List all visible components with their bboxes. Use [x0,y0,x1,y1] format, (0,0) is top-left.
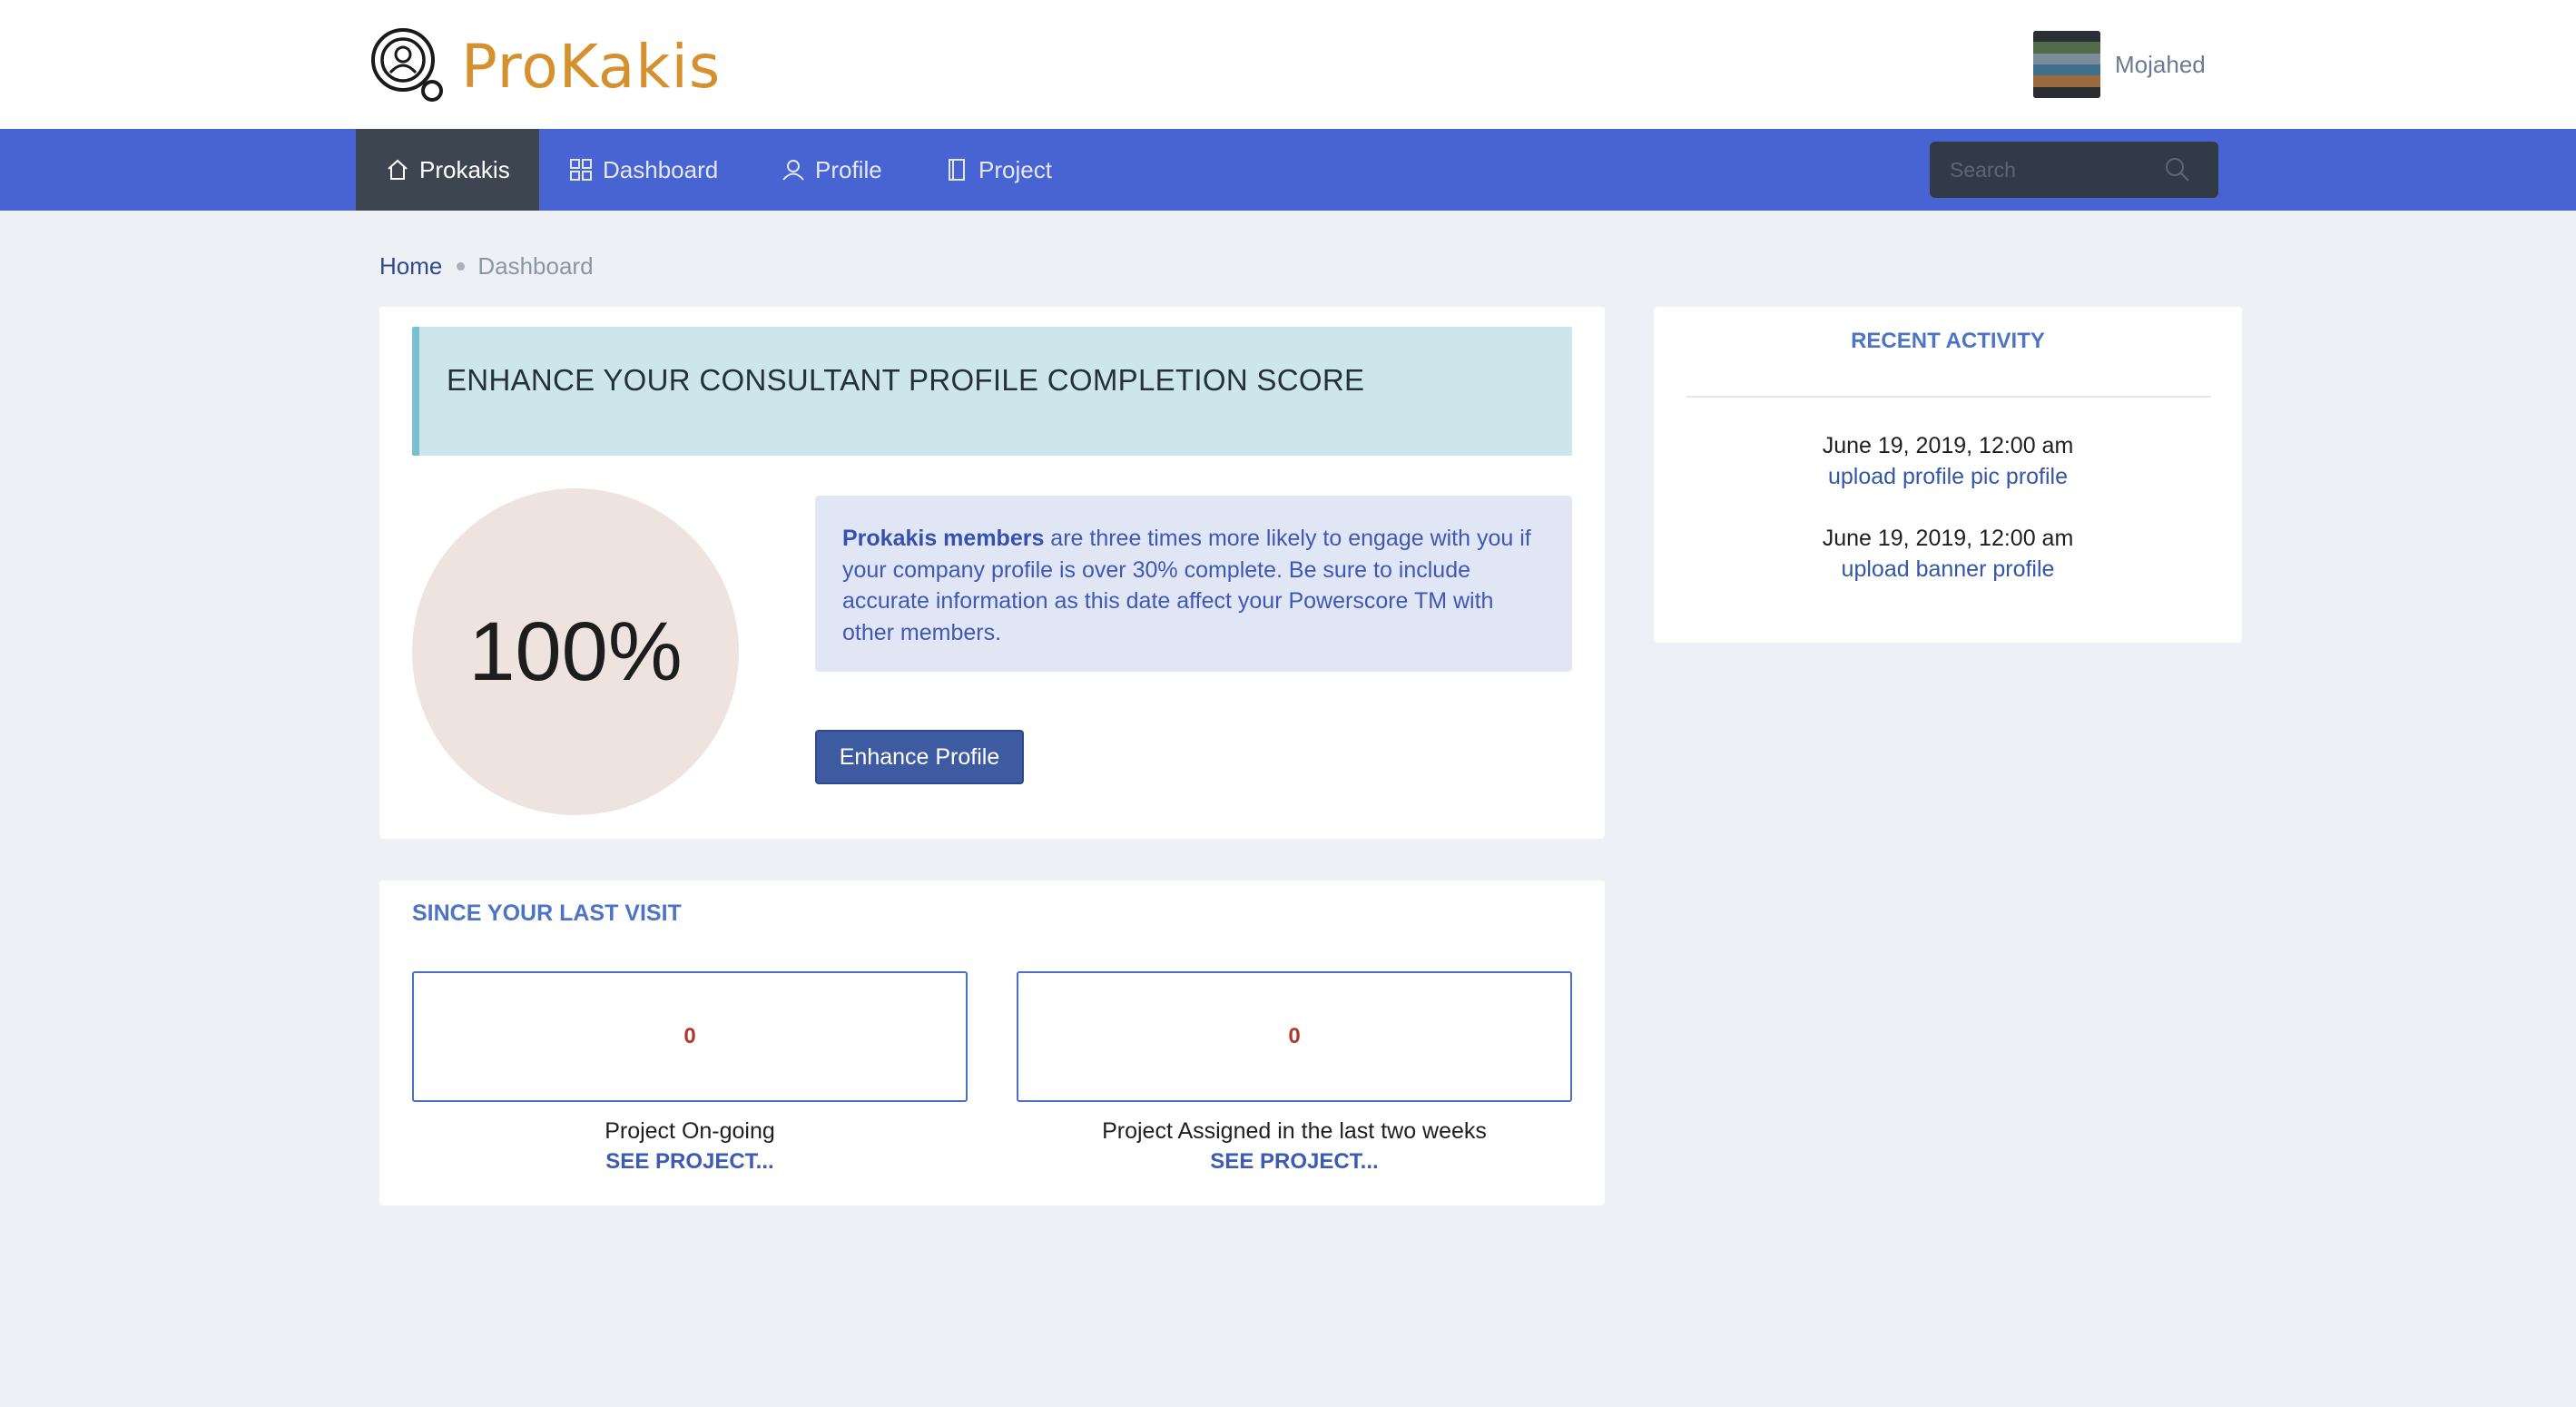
grid-icon [570,159,592,181]
info-highlight: Prokakis members [842,526,1045,551]
recent-activity-card: RECENT ACTIVITY June 19, 2019, 12:00 am … [1654,307,2242,643]
nav-item-label: Dashboard [603,155,719,183]
stat-value: 0 [1288,1024,1301,1048]
nav-item-dashboard[interactable]: Dashboard [568,129,718,211]
activity-description[interactable]: upload profile pic profile [1654,461,2242,492]
nav-item-label: Profile [815,155,882,183]
activity-item: June 19, 2019, 12:00 am upload profile p… [1654,430,2242,492]
brand-logo[interactable]: ProKakis [369,25,721,107]
search-icon[interactable] [2164,156,2191,183]
recent-activity-title: RECENT ACTIVITY [1851,329,2045,353]
activity-item: June 19, 2019, 12:00 am upload banner pr… [1654,523,2242,585]
avatar[interactable] [2033,31,2100,98]
nav-item-label: Prokakis [419,155,510,183]
stat-box-assigned: 0 [1017,971,1572,1102]
see-project-link[interactable]: SEE PROJECT... [1017,1149,1572,1175]
activity-description[interactable]: upload banner profile [1654,554,2242,585]
breadcrumb-separator [457,262,466,271]
stat-caption: Project Assigned in the last two weeks [1102,1118,1487,1144]
stat-caption: Project On-going [605,1118,775,1144]
stat-box-ongoing: 0 [412,971,968,1102]
breadcrumb-home[interactable]: Home [379,252,442,280]
nav-item-label: Project [978,155,1052,183]
profile-completion-card: ENHANCE YOUR CONSULTANT PROFILE COMPLETI… [379,307,1605,839]
nav-item-project[interactable]: Project [944,129,1052,211]
completion-score-circle: 100% [412,488,739,815]
user-name[interactable]: Mojahed [2115,51,2206,79]
completion-banner: ENHANCE YOUR CONSULTANT PROFILE COMPLETI… [412,327,1572,456]
stat-value: 0 [683,1024,696,1048]
breadcrumb: Home Dashboard [379,252,594,280]
activity-date: June 19, 2019, 12:00 am [1822,526,2074,551]
last-visit-card: SINCE YOUR LAST VISIT 0 Project On-going… [379,881,1605,1205]
main-nav: Prokakis Dashboard Profile Project [0,129,2576,211]
breadcrumb-current: Dashboard [477,252,594,280]
nav-item-profile[interactable]: Profile [781,129,882,211]
user-icon [782,160,804,181]
enhance-profile-button[interactable]: Enhance Profile [815,730,1024,784]
divider [1686,396,2211,398]
home-icon [388,159,408,180]
user-menu[interactable]: Mojahed [2033,31,2206,98]
last-visit-title: SINCE YOUR LAST VISIT [412,900,682,926]
nav-item-prokakis[interactable]: Prokakis [356,129,539,211]
completion-banner-text: ENHANCE YOUR CONSULTANT PROFILE COMPLETI… [447,363,1365,397]
see-project-link[interactable]: SEE PROJECT... [412,1149,968,1175]
search-box [1930,142,2218,198]
search-input[interactable] [1930,157,2157,182]
brand-name: ProKakis [461,31,722,102]
top-header: ProKakis Mojahed [0,0,2576,129]
activity-date: June 19, 2019, 12:00 am [1822,433,2074,458]
info-box: Prokakis members are three times more li… [815,496,1572,672]
document-icon [949,159,965,181]
completion-score: 100% [468,605,683,698]
logo-icon [371,28,443,102]
